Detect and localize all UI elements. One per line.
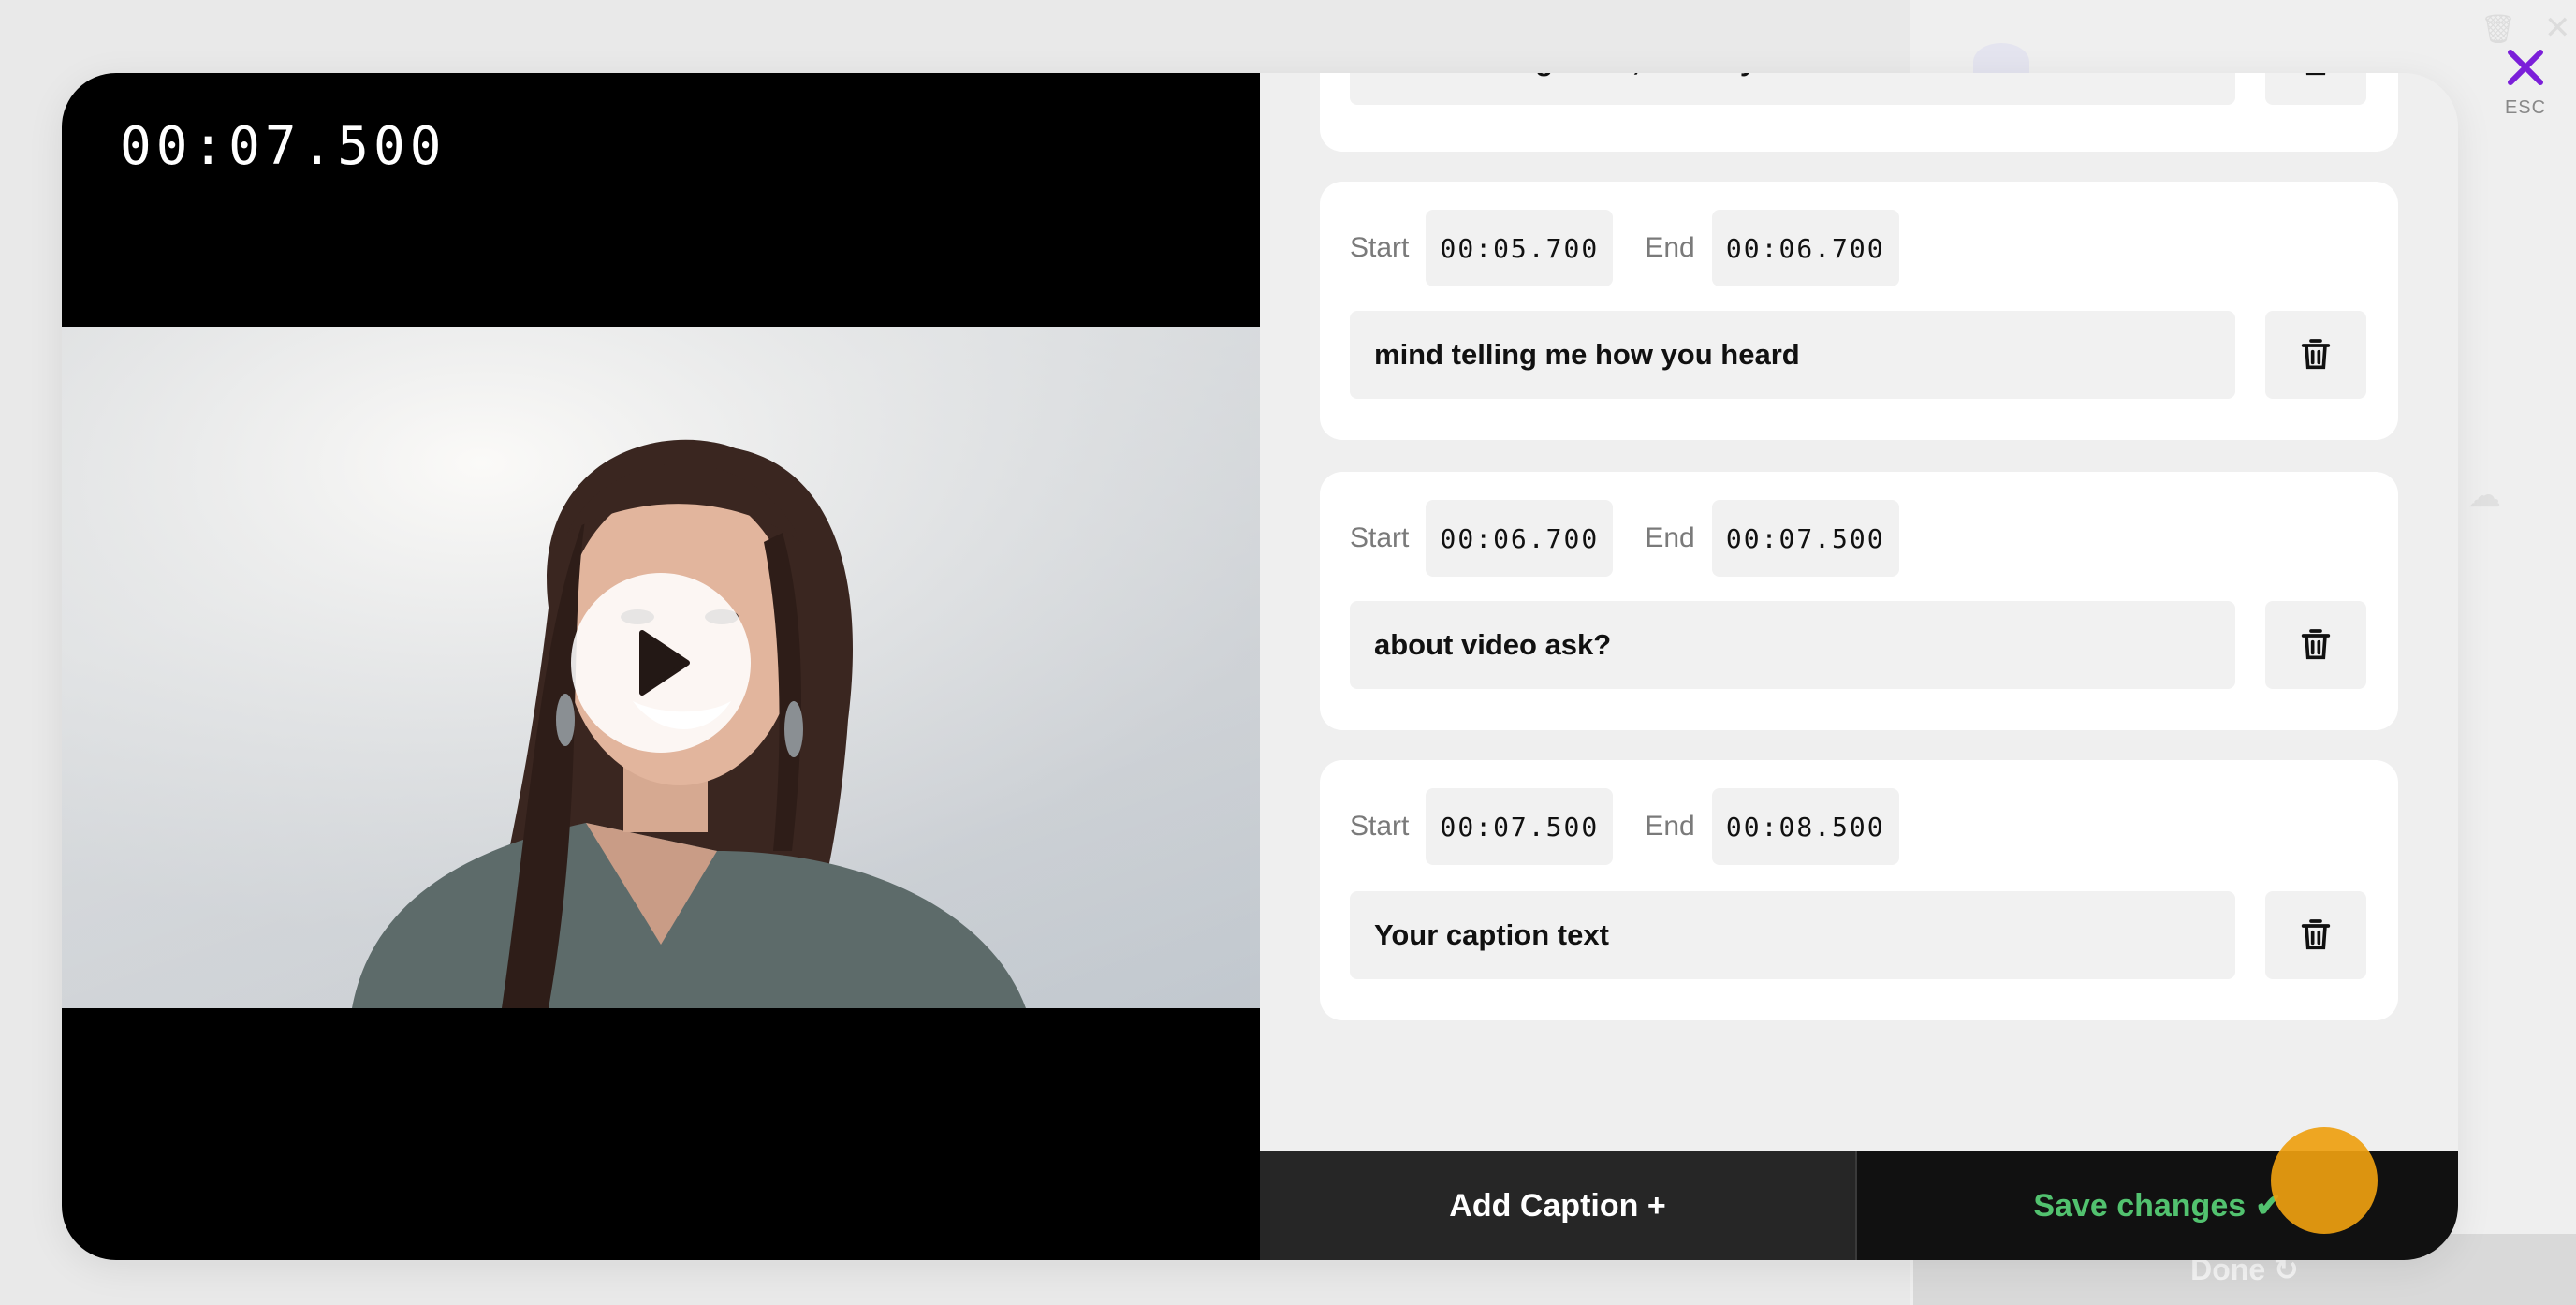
start-label: Start: [1350, 811, 1410, 842]
delete-caption-button[interactable]: [2265, 891, 2366, 979]
caption-text-input[interactable]: about video ask?: [1350, 601, 2235, 689]
caption-card: Start 00:07.500 End 00:08.500 Your capti…: [1320, 760, 2398, 1020]
start-time-input[interactable]: 00:07.500: [1426, 788, 1614, 865]
caption-time-row: Start 00:07.500 End 00:08.500: [1350, 788, 1931, 865]
delete-caption-button[interactable]: [2265, 311, 2366, 399]
caption-time-row: Start 00:05.700 End 00:06.700: [1350, 210, 1931, 286]
close-icon: [2508, 50, 2543, 85]
current-timestamp: 00:07.500: [120, 116, 446, 177]
end-label: End: [1645, 811, 1695, 842]
caption-time-row: Start 00:06.700 End 00:07.500: [1350, 500, 1931, 577]
trash-icon: [2305, 73, 2326, 76]
caption-text-input[interactable]: Your caption text: [1350, 891, 2235, 979]
add-caption-button[interactable]: Add Caption +: [1260, 1151, 1857, 1260]
caption-card: Start 00:05.700 End 00:06.700 mind telli…: [1320, 182, 2398, 440]
video-player: 00:07.500: [62, 73, 1260, 1260]
delete-caption-button[interactable]: [2265, 601, 2366, 689]
caption-text-input[interactable]: mind telling me how you heard: [1350, 311, 2235, 399]
end-time-input[interactable]: 00:07.500: [1711, 500, 1899, 577]
background-cloud-icon: ☁: [2467, 476, 2501, 514]
caption-text-input[interactable]: So first things first, would you: [1350, 73, 2235, 105]
esc-hint: ESC: [2504, 97, 2547, 118]
end-time-input[interactable]: 00:06.700: [1711, 210, 1899, 286]
start-time-input[interactable]: 00:06.700: [1426, 500, 1614, 577]
caption-card: So first things first, would you: [1320, 73, 2398, 152]
start-label: Start: [1350, 232, 1410, 263]
trash-icon: [2301, 339, 2331, 370]
delete-caption-button[interactable]: [2265, 73, 2366, 105]
trash-icon: [2301, 629, 2331, 660]
caption-editor-modal: 00:07.500 Start 00:05.700 End 00:06.700 …: [62, 73, 2458, 1260]
trash-icon: [2301, 919, 2331, 950]
caption-card: Start 00:06.700 End 00:07.500 about vide…: [1320, 472, 2398, 730]
start-time-input[interactable]: 00:05.700: [1426, 210, 1614, 286]
pointer-indicator: [2271, 1127, 2378, 1234]
play-button[interactable]: [571, 573, 751, 753]
play-icon: [639, 630, 690, 696]
close-button[interactable]: [2499, 41, 2552, 94]
end-label: End: [1645, 232, 1695, 263]
end-time-input[interactable]: 00:08.500: [1711, 788, 1899, 865]
end-label: End: [1645, 522, 1695, 553]
captions-list: So first things first, would you Start 0…: [1260, 73, 2458, 1151]
start-label: Start: [1350, 522, 1410, 553]
save-changes-label: Save changes: [2033, 1187, 2247, 1224]
